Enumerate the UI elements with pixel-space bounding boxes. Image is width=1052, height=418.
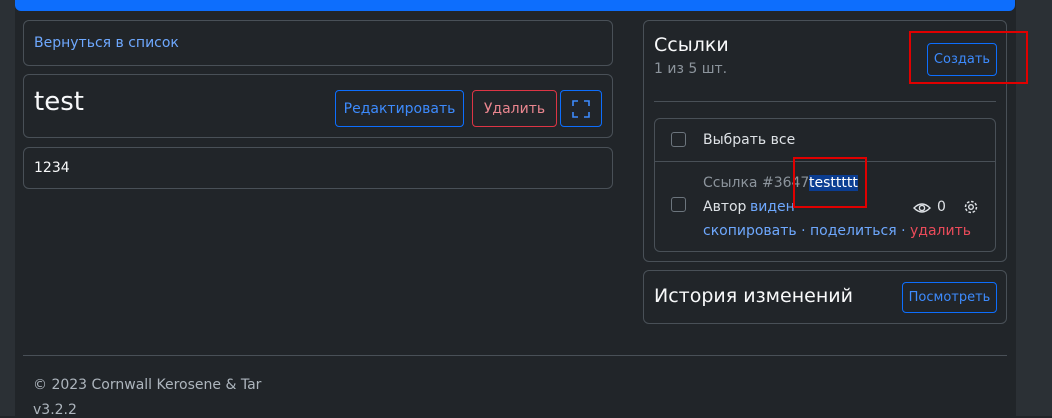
list-item: Ссылка #3647 testtttt Автор виден 0 скоп… (655, 162, 995, 251)
links-panel-title: Ссылки (654, 34, 729, 56)
select-all-checkbox[interactable] (671, 132, 686, 147)
links-list: Выбрать все Ссылка #3647 testtttt Автор … (654, 118, 996, 252)
eye-icon (913, 203, 931, 213)
share-link[interactable]: поделиться (810, 223, 897, 239)
select-all-label[interactable]: Выбрать все (703, 132, 795, 148)
link-name[interactable]: testtttt (809, 175, 858, 191)
author-label: Автор (703, 199, 747, 215)
footer-divider (23, 355, 1007, 356)
history-card: История изменений Посмотреть (643, 270, 1007, 324)
footer-copyright: © 2023 Cornwall Kerosene & Tar (33, 377, 262, 393)
separator: · (901, 223, 906, 239)
copy-link[interactable]: скопировать (703, 223, 797, 239)
history-title: История изменений (654, 285, 853, 307)
link-item-checkbox[interactable] (671, 197, 686, 212)
document-header-card: test Редактировать Удалить (23, 74, 613, 138)
view-history-button[interactable]: Посмотреть (902, 282, 997, 313)
links-panel: Ссылки 1 из 5 шт. Создать Выбрать все Сс… (643, 20, 1007, 262)
delete-button[interactable]: Удалить (472, 90, 557, 127)
views-count: 0 (937, 199, 946, 215)
links-divider (654, 101, 996, 102)
document-content: 1234 (34, 160, 70, 176)
page-edge-left (0, 0, 15, 416)
links-count: 1 из 5 шт. (654, 61, 728, 77)
link-actions: скопировать · поделиться · удалить (703, 223, 971, 239)
fullscreen-icon (572, 99, 590, 118)
page-edge-right (1016, 0, 1052, 416)
fullscreen-button[interactable] (560, 90, 602, 127)
back-link-card: Вернуться в список (23, 20, 613, 66)
document-content-card: 1234 (23, 147, 613, 189)
link-id: Ссылка #3647 (703, 175, 810, 191)
top-accent-bar (15, 0, 1015, 11)
back-to-list-link[interactable]: Вернуться в список (34, 35, 179, 51)
edit-button[interactable]: Редактировать (335, 90, 464, 127)
separator: · (801, 223, 806, 239)
document-title: test (34, 87, 84, 117)
author-value[interactable]: виден (750, 199, 795, 215)
gear-icon[interactable] (962, 198, 980, 216)
create-link-button[interactable]: Создать (927, 43, 997, 76)
delete-link[interactable]: удалить (910, 223, 971, 239)
